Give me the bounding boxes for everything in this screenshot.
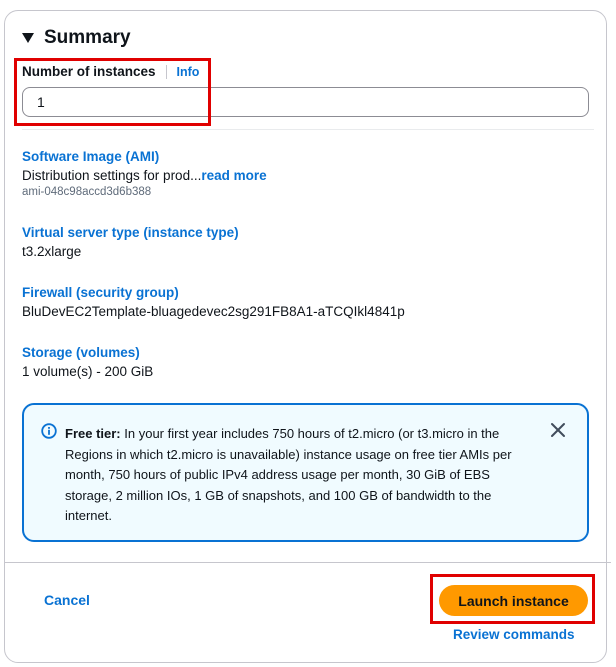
free-tier-title: Free tier: [65,426,121,441]
firewall-label[interactable]: Firewall (security group) [22,285,405,300]
storage-value: 1 volume(s) - 200 GiB [22,364,154,379]
free-tier-alert: Free tier: In your first year includes 7… [22,403,589,542]
footer-divider [5,562,611,563]
cancel-button[interactable]: Cancel [44,592,90,608]
divider [22,129,594,130]
review-commands-link[interactable]: Review commands [453,627,575,642]
ami-id: ami-048c98accd3d6b388 [22,186,152,198]
instance-type-label[interactable]: Virtual server type (instance type) [22,225,239,240]
read-more-link[interactable]: read more [201,168,266,183]
free-tier-text: Free tier: In your first year includes 7… [65,424,535,527]
firewall-value: BluDevEC2Template-bluagedevec2sg291FB8A1… [22,304,405,319]
ami-section: Software Image (AMI) Distribution settin… [22,149,267,198]
free-tier-body: In your first year includes 750 hours of… [65,426,512,523]
ami-description-text: Distribution settings for prod... [22,168,202,183]
storage-label[interactable]: Storage (volumes) [22,345,153,360]
info-icon [41,423,57,439]
instance-type-section: Virtual server type (instance type) t3.2… [22,225,239,259]
highlight-box-instances [14,58,211,126]
ami-label[interactable]: Software Image (AMI) [22,149,267,164]
summary-title: Summary [44,27,131,48]
storage-section: Storage (volumes) 1 volume(s) - 200 GiB [22,345,153,379]
instance-type-value: t3.2xlarge [22,244,82,259]
close-icon[interactable] [549,421,567,439]
firewall-section: Firewall (security group) BluDevEC2Templ… [22,285,405,319]
ami-description: Distribution settings for prod...read mo… [22,168,267,183]
highlight-box-launch [430,574,595,624]
caret-down-icon[interactable] [22,33,34,43]
summary-header[interactable]: Summary [20,27,131,49]
